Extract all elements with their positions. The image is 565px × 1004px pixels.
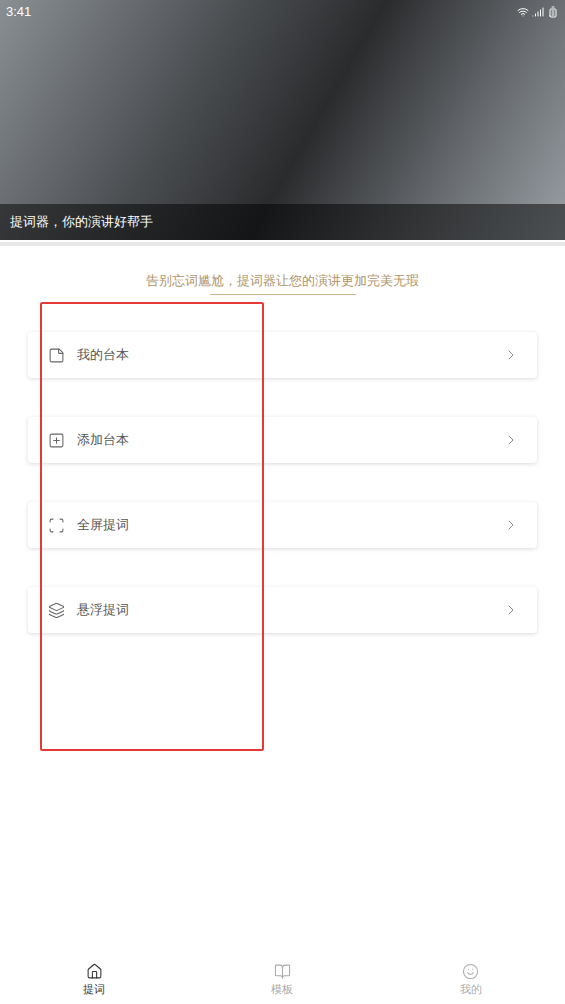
menu-label: 添加台本 xyxy=(77,430,503,450)
battery-icon xyxy=(547,6,559,18)
menu-label: 全屏提词 xyxy=(77,515,503,535)
nav-tab[interactable]: 我的 xyxy=(377,954,565,1004)
tagline-underline xyxy=(210,294,356,295)
wifi-icon xyxy=(517,6,529,18)
chevron-right-icon xyxy=(503,517,519,533)
menu-card[interactable]: 我的台本 xyxy=(28,332,537,378)
nav-tab-label: 提词 xyxy=(83,983,105,996)
divider xyxy=(0,242,565,246)
tagline-block: 告别忘词尴尬，提词器让您的演讲更加完美无瑕 xyxy=(0,246,565,295)
spacer xyxy=(0,633,565,954)
banner[interactable]: 3:41 提词器，你的演讲好帮手 xyxy=(0,0,565,240)
highlight-annotation xyxy=(40,302,264,751)
menu-label: 悬浮提词 xyxy=(77,600,503,620)
home-icon xyxy=(86,963,103,980)
banner-caption-strip: 提词器，你的演讲好帮手 xyxy=(0,204,565,240)
layers-icon xyxy=(48,602,65,619)
chevron-right-icon xyxy=(503,602,519,618)
nav-tab[interactable]: 提词 xyxy=(0,954,188,1004)
menu-label: 我的台本 xyxy=(77,345,503,365)
status-bar: 3:41 xyxy=(0,0,565,24)
tagline: 告别忘词尴尬，提词器让您的演讲更加完美无瑕 xyxy=(146,272,419,290)
face-icon xyxy=(462,963,479,980)
nav-tab[interactable]: 模板 xyxy=(188,954,376,1004)
chevron-right-icon xyxy=(503,432,519,448)
signal-icon xyxy=(532,6,544,18)
menu-card[interactable]: 全屏提词 xyxy=(28,502,537,548)
banner-caption: 提词器，你的演讲好帮手 xyxy=(10,212,153,232)
bottom-nav: 提词 模板 我的 xyxy=(0,954,565,1004)
menu-list: 我的台本添加台本全屏提词悬浮提词 xyxy=(28,332,537,633)
status-time: 3:41 xyxy=(6,2,31,22)
menu-card[interactable]: 悬浮提词 xyxy=(28,587,537,633)
status-icons xyxy=(517,6,559,18)
note-icon xyxy=(48,347,65,364)
chevron-right-icon xyxy=(503,347,519,363)
fullscreen-icon xyxy=(48,517,65,534)
add-icon xyxy=(48,432,65,449)
nav-tab-label: 模板 xyxy=(271,983,293,996)
menu-card[interactable]: 添加台本 xyxy=(28,417,537,463)
nav-tab-label: 我的 xyxy=(460,983,482,996)
book-icon xyxy=(274,963,291,980)
app-screen: 3:41 提词器，你的演讲好帮手告别忘词尴尬，提词器让您的演讲更加完美无瑕我的台本… xyxy=(0,0,565,1004)
